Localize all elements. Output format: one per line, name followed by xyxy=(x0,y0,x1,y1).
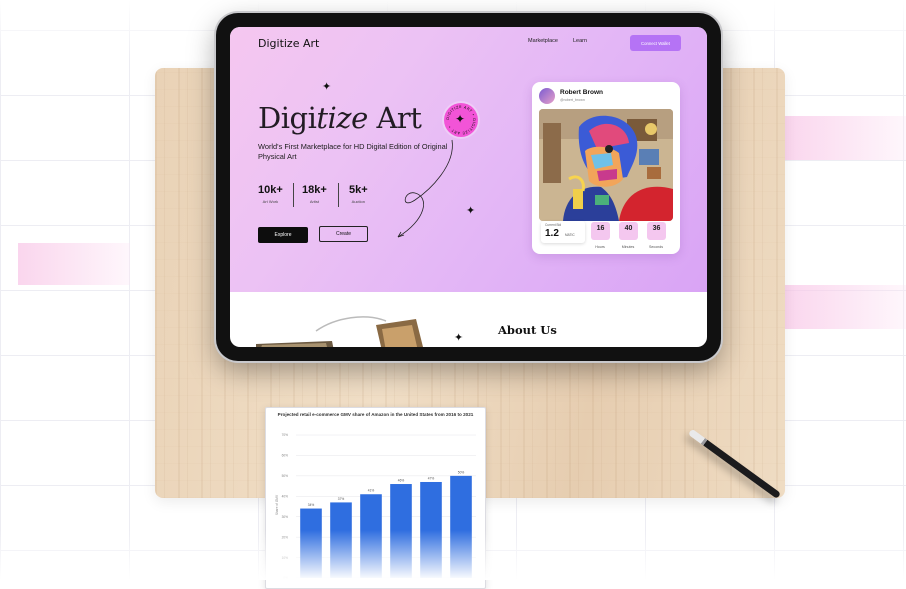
current-bid-box: Current Bid 1.2 MATIC xyxy=(541,221,585,243)
hero-title-part: Digi xyxy=(258,101,317,135)
decor-strip-right-top xyxy=(784,116,906,160)
bar-data-label: 47% xyxy=(428,476,435,480)
nft-card[interactable]: Robert Brown @robert_brown Current Bid 1… xyxy=(532,82,680,254)
bid-unit: MATIC xyxy=(565,233,575,237)
bid-value: 1.2 xyxy=(545,228,559,239)
stat-artwork: 10k+ Art Work xyxy=(258,184,283,204)
bar-data-label: 37% xyxy=(338,497,345,501)
bid-label: Current Bid xyxy=(545,223,562,227)
stat-auction: 5k+ Auction xyxy=(349,184,368,204)
bar-data-label: 41% xyxy=(368,489,375,493)
star-icon: ✦ xyxy=(455,112,466,126)
countdown-hours: 16 xyxy=(591,222,610,240)
nav-link-learn[interactable]: Learn xyxy=(573,38,587,44)
countdown-seconds: 36 xyxy=(647,222,666,240)
y-tick-label: 50% xyxy=(282,474,289,478)
countdown-label: Seconds xyxy=(649,245,663,249)
stat-label: Artist xyxy=(309,199,319,204)
tablet-device: Digitize Art Marketplace Learn Connect W… xyxy=(216,13,721,361)
stat-divider xyxy=(293,183,294,207)
stat-artist: 18k+ Artist xyxy=(302,184,327,204)
stat-value: 10k+ xyxy=(258,184,283,196)
hero-section: Digitize Art Marketplace Learn Connect W… xyxy=(230,27,707,292)
artwork-image xyxy=(539,109,673,221)
avatar xyxy=(539,88,555,104)
bar-data-label: 50% xyxy=(458,470,465,474)
background-fade-bottom xyxy=(0,530,906,580)
stat-label: Art Work xyxy=(262,199,279,204)
chart-title: Projected retail e-commerce GMV share of… xyxy=(277,412,474,417)
create-button[interactable]: Create xyxy=(319,226,368,242)
stat-divider xyxy=(338,183,339,207)
about-artwork-images xyxy=(256,316,423,347)
y-axis-label: Share of GMV xyxy=(275,494,279,515)
bar-data-label: 34% xyxy=(308,503,315,507)
nav-link-marketplace[interactable]: Marketplace xyxy=(528,38,558,44)
rotating-badge: DIGITIZE ART • DIGITIZE ART • ✦ xyxy=(444,103,478,137)
countdown-minutes: 40 xyxy=(619,222,638,240)
decor-strip-left xyxy=(18,243,130,285)
y-tick-label: 60% xyxy=(282,454,289,458)
countdown-label: Hours xyxy=(595,245,605,249)
decor-strip-right-bottom xyxy=(784,285,906,329)
website-screen: Digitize Art Marketplace Learn Connect W… xyxy=(230,27,707,347)
sparkle-icon: ✦ xyxy=(322,81,332,93)
countdown-label: Minutes xyxy=(621,245,635,249)
sparkle-icon: ✦ xyxy=(454,332,464,344)
y-tick-label: 40% xyxy=(282,494,289,498)
hero-title-italic: tize xyxy=(316,101,368,135)
site-logo[interactable]: Digitize Art xyxy=(258,37,319,50)
about-heading: About Us xyxy=(498,323,557,337)
stat-label: Auction xyxy=(351,199,365,204)
bar-data-label: 46% xyxy=(398,479,405,483)
y-tick-label: 70% xyxy=(282,433,289,437)
y-tick-label: 30% xyxy=(282,515,289,519)
countdown-value: 36 xyxy=(652,225,661,232)
stat-value: 5k+ xyxy=(349,184,368,196)
connect-wallet-button[interactable]: Connect Wallet xyxy=(630,35,681,51)
countdown-value: 16 xyxy=(596,225,605,232)
stat-value: 18k+ xyxy=(302,184,327,196)
artist-name: Robert Brown xyxy=(560,89,603,96)
countdown-value: 40 xyxy=(624,225,633,232)
artist-handle: @robert_brown xyxy=(560,98,585,102)
hero-title-part: Art xyxy=(367,101,422,135)
hero-subtitle: World's First Marketplace for HD Digital… xyxy=(258,142,448,161)
explore-button[interactable]: Explore xyxy=(258,227,308,243)
hero-title: Digitize Art xyxy=(258,101,422,135)
artwork-illustration xyxy=(539,109,673,221)
